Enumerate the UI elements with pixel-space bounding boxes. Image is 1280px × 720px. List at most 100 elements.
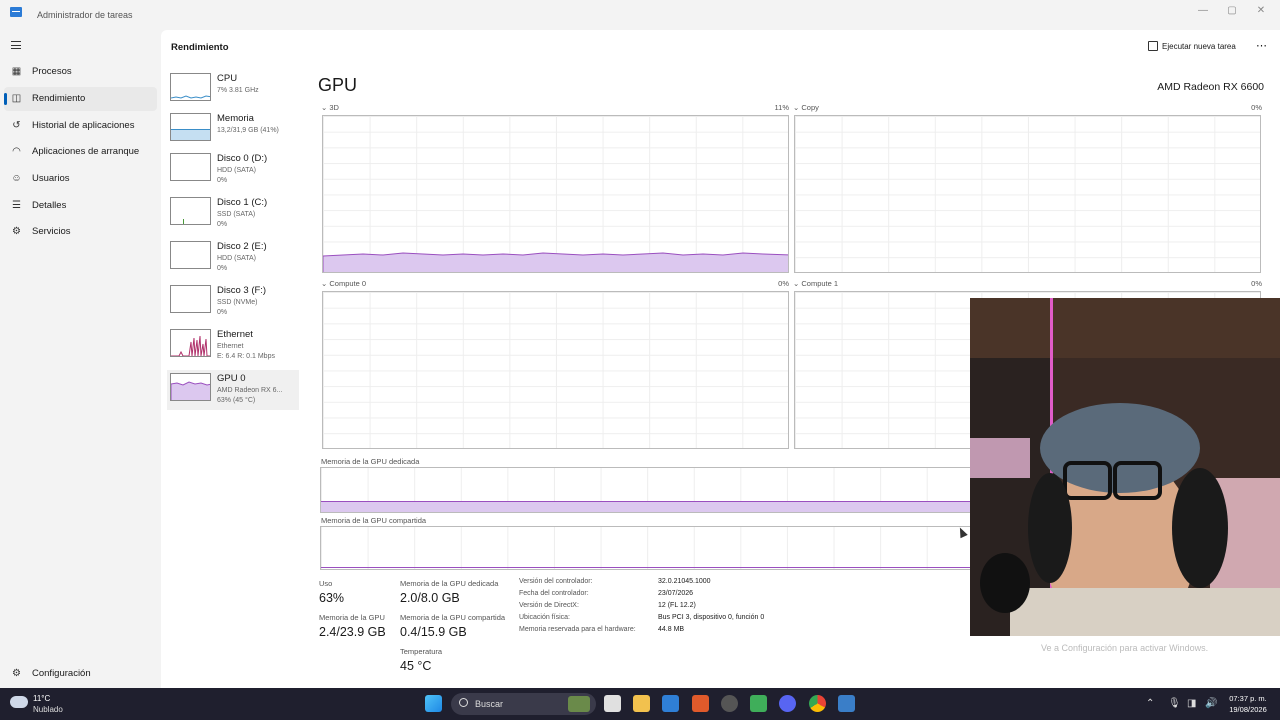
resource-usage: 0% [217, 309, 228, 316]
engine-graph-copy [794, 115, 1261, 273]
gamepad-app-icon[interactable] [750, 695, 767, 712]
ethernet-thumbnail [170, 329, 211, 357]
temperature-value: 45 °C [400, 659, 432, 673]
gpu0-thumbnail [170, 373, 211, 401]
engine-label: Compute 1 [801, 279, 839, 288]
clock-date[interactable]: 19/08/2026 [1225, 705, 1271, 714]
close-button[interactable]: ✕ [1251, 5, 1271, 16]
resource-item-disk0[interactable]: Disco 0 (D:) HDD (SATA) 0% [167, 150, 299, 190]
volume-icon[interactable]: 🔊 [1205, 698, 1217, 709]
engine-selector-compute0[interactable]: ⌄ Compute 0 [321, 279, 366, 288]
windows-start-icon[interactable] [425, 695, 442, 712]
sidebar-item-label: Configuración [32, 668, 91, 679]
disk2-thumbnail [170, 241, 211, 269]
resource-detail: HDD (SATA) [217, 255, 257, 262]
sidebar-item-services[interactable]: ⚙ Servicios [4, 220, 157, 244]
resource-detail: 13,2/31,9 GB (41%) [217, 127, 279, 134]
obs-icon[interactable] [721, 695, 738, 712]
maximize-button[interactable]: ▢ [1222, 5, 1242, 16]
gpu-memory-label: Memoria de la GPU [319, 613, 385, 622]
page-title: Rendimiento [171, 42, 229, 53]
resource-item-gpu0[interactable]: GPU 0 AMD Radeon RX 6... 63% (45 °C) [167, 370, 299, 410]
network-icon[interactable]: ◨ [1187, 698, 1196, 709]
tray-chevron-icon[interactable]: ⌃ [1146, 698, 1154, 709]
directx-version-value: 12 (FL 12.2) [658, 602, 696, 609]
resource-item-disk3[interactable]: Disco 3 (F:) SSD (NVMe) 0% [167, 282, 299, 322]
resource-name: Memoria [217, 113, 254, 124]
sidebar-item-details[interactable]: ☰ Detalles [4, 194, 157, 218]
usage-value: 63% [319, 591, 345, 605]
sidebar-item-processes[interactable]: ▦ Procesos [4, 60, 157, 84]
resource-detail: SSD (SATA) [217, 211, 256, 218]
sidebar-item-app-history[interactable]: ↺ Historial de aplicaciones [4, 114, 157, 138]
sidebar-item-performance[interactable]: ◫ Rendimiento [4, 87, 157, 111]
sidebar-item-label: Aplicaciones de arranque [32, 146, 140, 157]
reserved-memory-value: 44.8 MB [658, 626, 685, 633]
run-task-label: Ejecutar nueva tarea [1162, 41, 1236, 51]
resource-name: Disco 0 (D:) [217, 153, 268, 164]
clock-time[interactable]: 07:37 p. m. [1225, 694, 1271, 703]
minimize-button[interactable]: — [1193, 5, 1213, 16]
resource-item-ethernet[interactable]: Ethernet Ethernet E: 6.4 R: 0.1 Mbps [167, 326, 299, 366]
services-icon: ⚙ [12, 226, 21, 237]
startup-icon: ◠ [12, 146, 21, 157]
resource-detail: 7% 3.81 GHz [217, 87, 259, 94]
sidebar-item-label: Usuarios [32, 173, 70, 184]
resource-usage: 63% (45 °C) [217, 397, 256, 404]
gpu0-thumbnail-graph [171, 381, 210, 400]
resource-detail: SSD (NVMe) [217, 299, 258, 306]
resource-item-disk2[interactable]: Disco 2 (E:) HDD (SATA) 0% [167, 238, 299, 278]
resource-item-cpu[interactable]: CPU 7% 3.81 GHz [167, 70, 299, 110]
dedicated-memory-value: 2.0/8.0 GB [400, 591, 460, 605]
weather-description[interactable]: Nublado [33, 705, 63, 714]
hamburger-menu-icon[interactable] [11, 41, 21, 49]
title-bar: Administrador de tareas — ▢ ✕ [0, 0, 1280, 30]
engine-label: 3D [329, 103, 339, 112]
discord-icon[interactable] [779, 695, 796, 712]
weather-temperature[interactable]: 11°C [33, 694, 50, 703]
taskbar-search[interactable]: Buscar [451, 693, 596, 715]
sidebar-item-users[interactable]: ☺ Usuarios [4, 167, 157, 191]
resource-item-disk1[interactable]: Disco 1 (C:) SSD (SATA) 0% [167, 194, 299, 234]
webcam-image [970, 298, 1280, 636]
gear-icon: ⚙ [12, 668, 21, 679]
resource-name: Disco 3 (F:) [217, 285, 267, 296]
sidebar-item-label: Historial de aplicaciones [32, 120, 135, 131]
sidebar-item-startup-apps[interactable]: ◠ Aplicaciones de arranque [4, 140, 157, 164]
task-view-icon[interactable] [604, 695, 621, 712]
weather-cloud-icon[interactable] [10, 696, 28, 708]
task-manager-taskbar-icon[interactable] [838, 695, 855, 712]
reserved-memory-label: Memoria reservada para el hardware: [519, 626, 636, 633]
engine-pct: 0% [1251, 279, 1262, 288]
directx-version-label: Versión de DirectX: [519, 602, 579, 609]
sidebar-item-label: Servicios [32, 226, 71, 237]
gpu-model: AMD Radeon RX 6600 [1157, 81, 1264, 93]
engine-label: Copy [801, 103, 819, 112]
resource-name: Disco 2 (E:) [217, 241, 267, 252]
usage-label: Uso [319, 579, 333, 588]
engine-selector-copy[interactable]: ⌄ Copy [793, 103, 819, 112]
temperature-label: Temperatura [400, 647, 443, 656]
file-explorer-icon[interactable] [633, 695, 650, 712]
chrome-icon[interactable] [809, 695, 826, 712]
brave-browser-icon[interactable] [692, 695, 709, 712]
resource-item-memory[interactable]: Memoria 13,2/31,9 GB (41%) [167, 110, 299, 150]
task-manager-icon [10, 7, 22, 17]
run-new-task-button[interactable]: Ejecutar nueva tarea [1148, 41, 1236, 51]
microphone-icon[interactable]: 🎙 [1168, 698, 1181, 709]
more-options-icon[interactable]: ⋯ [1256, 39, 1268, 52]
gpu-heading: GPU [318, 75, 358, 95]
driver-version-value: 32.0.21045.1000 [658, 578, 711, 585]
engine-pct: 11% [774, 103, 789, 112]
engine-selector-compute1[interactable]: ⌄ Compute 1 [793, 279, 838, 288]
taskbar: 11°C Nublado Buscar ⌃ 🎙 ◨ 🔊 07:37 p. m. … [0, 688, 1280, 720]
run-task-icon [1148, 41, 1158, 51]
resource-name: GPU 0 [217, 373, 246, 384]
dedicated-memory-label: Memoria de la GPU dedicada [321, 457, 420, 466]
engine-selector-3d[interactable]: ⌄ 3D [321, 103, 339, 112]
store-icon[interactable] [662, 695, 679, 712]
search-highlight-icon [568, 696, 590, 712]
details-icon: ☰ [12, 200, 21, 211]
sidebar-item-settings[interactable]: ⚙ Configuración [4, 664, 157, 684]
physical-location-label: Ubicación física: [519, 614, 570, 621]
